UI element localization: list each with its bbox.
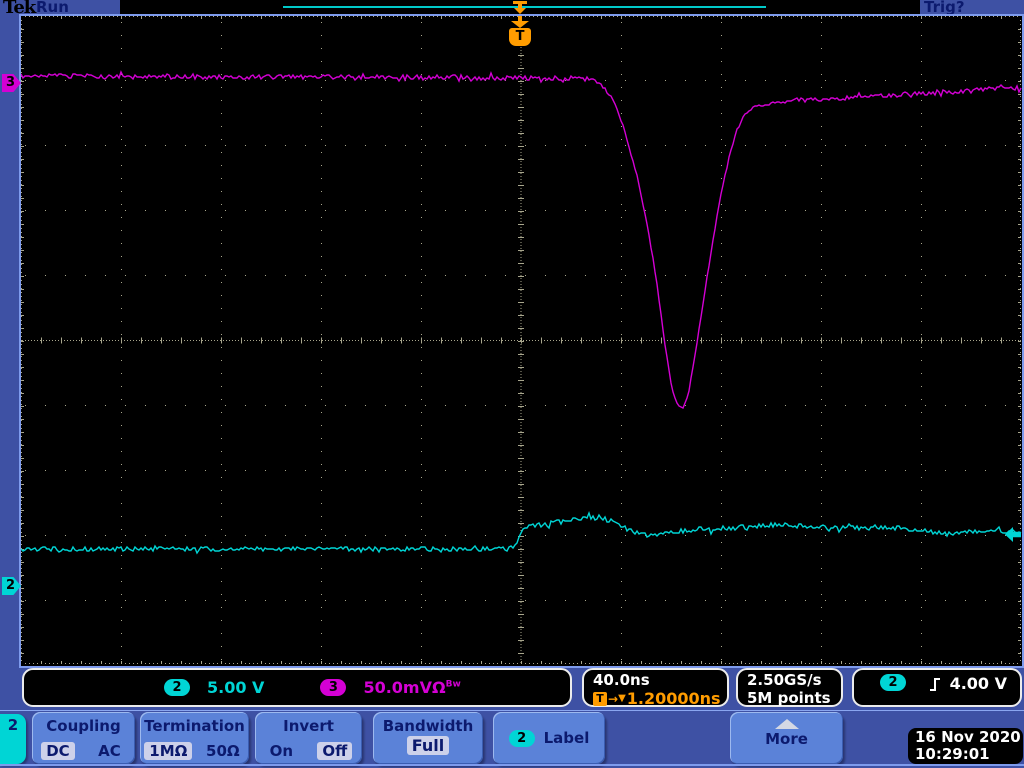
trigger-level-readout: 4.00 V	[949, 674, 1007, 693]
right-arrow-icon: →	[608, 692, 619, 706]
up-triangle-icon	[774, 719, 799, 729]
trigger-t-icon: T	[593, 692, 607, 706]
label-button[interactable]: 2 Label	[493, 712, 605, 764]
channel-readout-box: 2 5.00 V 3 50.0mVΩBw	[22, 668, 572, 707]
scope-graticule-and-traces	[20, 16, 1022, 664]
coupling-title: Coupling	[46, 717, 121, 735]
record-view-bar	[120, 0, 920, 14]
invert-option-off[interactable]: Off	[317, 742, 353, 760]
title-bar: Tek Run Trig?	[0, 0, 1024, 18]
time-readout: 10:29:01	[915, 745, 990, 763]
bottom-edge-line	[0, 764, 1024, 766]
horizontal-readout-box: 40.0ns T → ▼ 1.20000ns	[582, 668, 729, 708]
timebase-readout: 40.0ns	[593, 671, 650, 689]
invert-option-on[interactable]: On	[265, 742, 298, 760]
termination-option-50[interactable]: 50Ω	[201, 742, 245, 760]
coupling-option-dc[interactable]: DC	[41, 742, 75, 760]
ch3-badge: 3	[320, 679, 347, 696]
ch3-impedance: Ω	[431, 678, 446, 697]
rising-edge-icon	[930, 678, 940, 691]
datetime-box: 16 Nov 2020 10:29:01	[908, 728, 1023, 764]
trigger-position-flag[interactable]: T	[509, 28, 531, 46]
trigger-marker-arrow-icon	[511, 21, 529, 28]
termination-title: Termination	[144, 717, 245, 735]
bandwidth-value: Full	[406, 736, 450, 755]
date-readout: 16 Nov 2020	[915, 728, 1021, 746]
ch3-scale-readout: 50.0mVΩBw	[363, 678, 461, 697]
coupling-button[interactable]: Coupling DC AC	[32, 712, 135, 764]
trigger-delay-value: 1.20000ns	[626, 689, 721, 708]
down-triangle-icon: ▼	[618, 693, 626, 704]
sample-rate-readout: 2.50GS/s	[747, 671, 822, 689]
invert-button[interactable]: Invert On Off	[255, 712, 362, 764]
record-length-readout: 5M points	[747, 689, 831, 707]
ch3-bandwidth-flag: Bw	[445, 679, 461, 690]
waveform-display	[20, 16, 1022, 666]
label-channel-badge: 2	[508, 729, 535, 747]
menu-separator	[0, 710, 1024, 711]
coupling-option-ac[interactable]: AC	[93, 742, 126, 760]
ch2-badge: 2	[164, 679, 190, 696]
bandwidth-button[interactable]: Bandwidth Full	[373, 712, 483, 764]
termination-option-1m[interactable]: 1MΩ	[144, 742, 193, 760]
termination-button[interactable]: Termination 1MΩ 50Ω	[140, 712, 249, 764]
more-button[interactable]: More	[730, 712, 843, 764]
trigger-source-badge: 2	[880, 674, 906, 691]
label-title: Label	[543, 729, 590, 747]
more-title: More	[765, 730, 808, 748]
channel-menu-tab[interactable]: 2	[0, 714, 26, 764]
ch2-scale-readout: 5.00 V	[207, 678, 265, 697]
invert-title: Invert	[283, 717, 334, 735]
trigger-readout-box: 2 4.00 V	[852, 668, 1022, 707]
acquisition-readout-box: 2.50GS/s 5M points	[736, 668, 843, 707]
bandwidth-title: Bandwidth	[382, 717, 474, 735]
trigger-position-readout: T → ▼ 1.20000ns	[593, 690, 727, 708]
